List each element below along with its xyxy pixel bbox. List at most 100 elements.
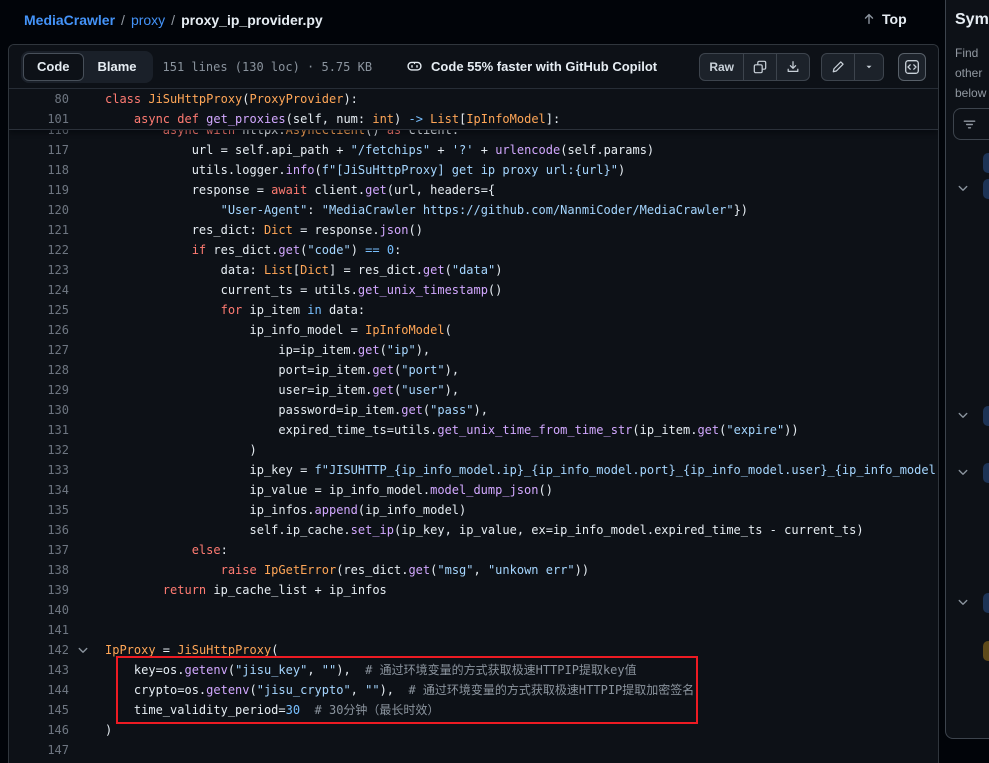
symbol-chip[interactable] (983, 153, 989, 173)
code-row: 136 self.ip_cache.set_ip(ip_key, ip_valu… (9, 520, 938, 540)
line-number[interactable]: 80 (9, 89, 69, 109)
code-row: 140 (9, 600, 938, 620)
expander-space (69, 580, 105, 600)
tab-blame[interactable]: Blame (84, 53, 151, 81)
raw-button[interactable]: Raw (700, 54, 743, 80)
code-row: 120 "User-Agent": "MediaCrawler https://… (9, 200, 938, 220)
raw-label: Raw (709, 60, 734, 74)
line-number[interactable]: 132 (9, 440, 69, 460)
code-row: 128 port=ip_item.get("port"), (9, 360, 938, 380)
symbol-chip[interactable] (983, 593, 989, 613)
code-row: 125 for ip_item in data: (9, 300, 938, 320)
line-number[interactable]: 145 (9, 700, 69, 720)
collapse-chevron-icon[interactable] (69, 640, 105, 660)
tab-code[interactable]: Code (23, 53, 84, 81)
code-line-text (105, 740, 938, 760)
line-number[interactable]: 144 (9, 680, 69, 700)
code-row: 122 if res_dict.get("code") == 0: (9, 240, 938, 260)
section-chevron-down-icon[interactable] (957, 181, 971, 195)
line-number[interactable]: 122 (9, 240, 69, 260)
back-to-top-button[interactable]: Top (862, 11, 907, 27)
code-line-text: if res_dict.get("code") == 0: (105, 240, 938, 260)
code-line-text: password=ip_item.get("pass"), (105, 400, 938, 420)
line-number[interactable]: 118 (9, 160, 69, 180)
section-chevron-down-icon[interactable] (957, 408, 971, 422)
line-number[interactable]: 131 (9, 420, 69, 440)
line-number[interactable]: 140 (9, 600, 69, 620)
line-number[interactable]: 137 (9, 540, 69, 560)
copilot-banner[interactable]: Code 55% faster with GitHub Copilot (406, 58, 657, 75)
code-row: 146) (9, 720, 938, 740)
description-line: below (955, 83, 986, 103)
line-number[interactable]: 125 (9, 300, 69, 320)
line-number[interactable]: 133 (9, 460, 69, 480)
line-number[interactable]: 129 (9, 380, 69, 400)
breadcrumb-folder-link[interactable]: proxy (131, 12, 165, 28)
file-info-text: 151 lines (130 loc) · 5.75 KB (163, 60, 373, 74)
line-number[interactable]: 119 (9, 180, 69, 200)
expander-space (69, 560, 105, 580)
expander-space (69, 320, 105, 340)
code-row: 130 password=ip_item.get("pass"), (9, 400, 938, 420)
breadcrumb: MediaCrawler/proxy/proxy_ip_provider.py (24, 12, 323, 28)
code-row: 142 IpProxy = JiSuHttpProxy( (9, 640, 938, 660)
expander-space (69, 280, 105, 300)
line-number[interactable]: 146 (9, 720, 69, 740)
code-row: 118 utils.logger.info(f"[JiSuHttpProxy] … (9, 160, 938, 180)
line-number[interactable]: 134 (9, 480, 69, 500)
section-chevron-down-icon[interactable] (957, 595, 971, 609)
line-number[interactable]: 101 (9, 109, 69, 129)
expander-space (69, 400, 105, 420)
line-number[interactable]: 121 (9, 220, 69, 240)
line-number[interactable]: 128 (9, 360, 69, 380)
symbol-chip[interactable] (983, 641, 989, 661)
expander-space (69, 109, 105, 129)
breadcrumb-file-name: proxy_ip_provider.py (181, 12, 323, 28)
line-number[interactable]: 138 (9, 560, 69, 580)
section-chevron-down-icon[interactable] (957, 465, 971, 479)
edit-dropdown-button[interactable] (854, 54, 883, 80)
download-button[interactable] (776, 54, 809, 80)
expander-space (69, 140, 105, 160)
line-number[interactable]: 124 (9, 280, 69, 300)
line-number[interactable]: 117 (9, 140, 69, 160)
code-line-text: IpProxy = JiSuHttpProxy( (105, 640, 938, 660)
code-row: 117 url = self.api_path + "/fetchips" + … (9, 140, 938, 160)
symbol-chip[interactable] (983, 406, 989, 426)
expander-space (69, 440, 105, 460)
symbol-chip[interactable] (983, 463, 989, 483)
symbols-panel-toggle-button[interactable] (898, 53, 926, 81)
line-number[interactable]: 136 (9, 520, 69, 540)
back-to-top-label: Top (882, 11, 907, 27)
expander-space (69, 420, 105, 440)
breadcrumb-repo-link[interactable]: MediaCrawler (24, 12, 115, 28)
symbol-chip[interactable] (983, 179, 989, 199)
caret-down-icon (864, 62, 874, 72)
line-number[interactable]: 147 (9, 740, 69, 760)
line-number[interactable]: 120 (9, 200, 69, 220)
symbols-filter-input[interactable] (953, 108, 989, 140)
line-number[interactable]: 135 (9, 500, 69, 520)
breadcrumb-separator: / (115, 12, 131, 28)
code-line-text: key=os.getenv("jisu_key", ""), # 通过环境变量的… (105, 660, 938, 680)
line-number[interactable]: 127 (9, 340, 69, 360)
edit-button[interactable] (822, 54, 854, 80)
line-number[interactable]: 126 (9, 320, 69, 340)
edit-button-group (821, 53, 884, 81)
code-line-text: port=ip_item.get("port"), (105, 360, 938, 380)
expander-space (69, 740, 105, 760)
copy-button[interactable] (743, 54, 776, 80)
code-line-text: user=ip_item.get("user"), (105, 380, 938, 400)
line-number[interactable]: 141 (9, 620, 69, 640)
line-number[interactable]: 116 (9, 130, 69, 140)
line-number[interactable]: 123 (9, 260, 69, 280)
code-line-text: class JiSuHttpProxy(ProxyProvider): (105, 89, 938, 109)
code-line-text: ip_infos.append(ip_info_model) (105, 500, 938, 520)
line-number[interactable]: 130 (9, 400, 69, 420)
line-number[interactable]: 143 (9, 660, 69, 680)
code-row: 126 ip_info_model = IpInfoModel( (9, 320, 938, 340)
line-number[interactable]: 139 (9, 580, 69, 600)
line-number[interactable]: 142 (9, 640, 69, 660)
code-line-text: self.ip_cache.set_ip(ip_key, ip_value, e… (105, 520, 938, 540)
expander-space (69, 340, 105, 360)
